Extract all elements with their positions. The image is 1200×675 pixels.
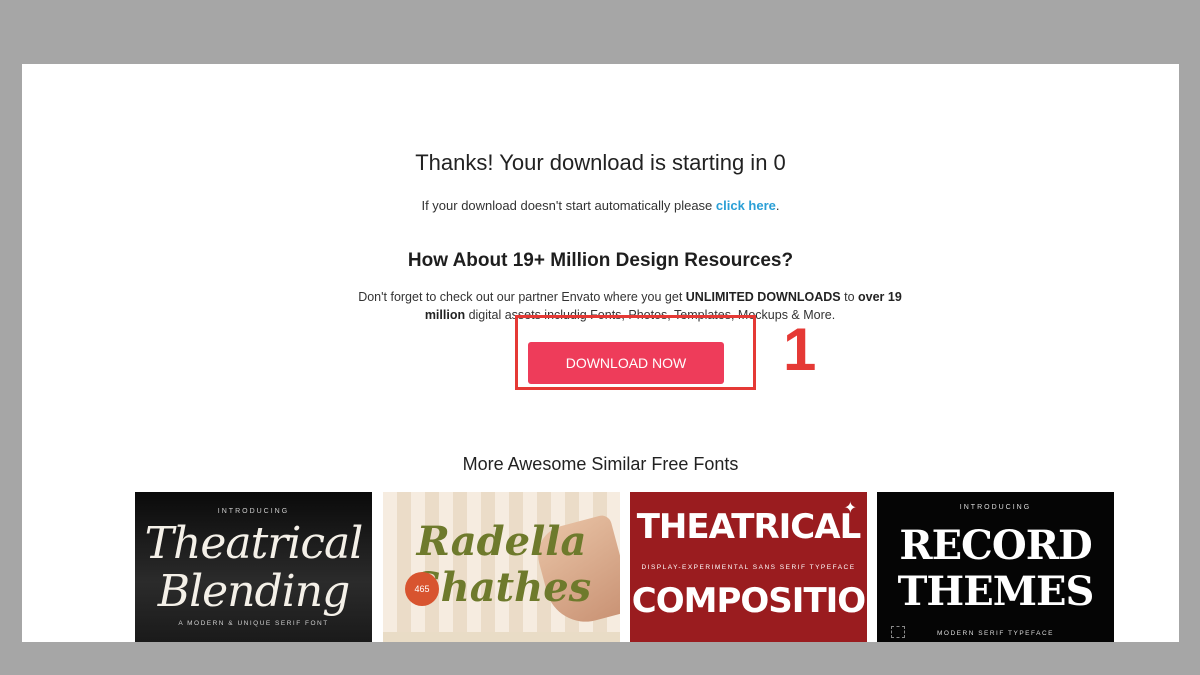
font-card-record-themes[interactable]: INTRODUCING RECORD THEMES MODERN SERIF T… bbox=[877, 492, 1114, 642]
annotation-highlight-box bbox=[515, 315, 756, 390]
font-card-theatrical-compositio[interactable]: ✦ THEATRICAL DISPLAY-EXPERIMENTAL SANS S… bbox=[630, 492, 867, 642]
download-hint: If your download doesn't start automatic… bbox=[22, 198, 1179, 213]
card-title-line1: Radella bbox=[416, 518, 587, 565]
card-title-line2: COMPOSITIO bbox=[631, 581, 866, 621]
font-card-radella-shathes[interactable]: Radella Shathes 465 bbox=[383, 492, 620, 642]
glyph-count-badge: 465 bbox=[405, 572, 439, 606]
expand-icon bbox=[891, 626, 905, 638]
download-hint-end: . bbox=[775, 198, 780, 213]
font-card-theatrical-blending[interactable]: INTRODUCING Theatrical Blending A MODERN… bbox=[135, 492, 372, 642]
promo-text-2: to bbox=[840, 290, 859, 304]
card-tagline: A MODERN & UNIQUE SERIF FONT bbox=[178, 620, 329, 627]
promo-heading: How About 19+ Million Design Resources? bbox=[407, 250, 794, 271]
card-title-line2: THEMES bbox=[897, 568, 1095, 615]
card-title-line2: Blending bbox=[157, 566, 351, 617]
similar-fonts-heading: More Awesome Similar Free Fonts bbox=[462, 454, 739, 474]
card-title-line1: THEATRICAL bbox=[636, 507, 862, 547]
annotation-step-number: 1 bbox=[783, 316, 817, 383]
page-title: Thanks! Your download is starting in 0 bbox=[415, 150, 786, 175]
card-intro: INTRODUCING bbox=[959, 504, 1032, 511]
card-tagline: MODERN SERIF TYPEFACE bbox=[937, 630, 1054, 637]
click-here-link[interactable]: click here bbox=[716, 198, 776, 213]
card-title-line1: Theatrical bbox=[144, 518, 364, 569]
card-footer-strip bbox=[383, 632, 620, 642]
card-title-line1: RECORD bbox=[899, 522, 1092, 569]
promo-text-1: Don't forget to check out our partner En… bbox=[358, 290, 686, 304]
card-intro: INTRODUCING bbox=[217, 508, 290, 515]
card-tagline: DISPLAY-EXPERIMENTAL SANS SERIF TYPEFACE bbox=[641, 564, 856, 571]
download-hint-text: If your download doesn't start automatic… bbox=[421, 198, 716, 213]
promo-bold-1: UNLIMITED DOWNLOADS bbox=[685, 290, 841, 304]
download-page: Thanks! Your download is starting in 0 I… bbox=[22, 64, 1179, 642]
similar-fonts-grid: INTRODUCING Theatrical Blending A MODERN… bbox=[135, 492, 1115, 642]
